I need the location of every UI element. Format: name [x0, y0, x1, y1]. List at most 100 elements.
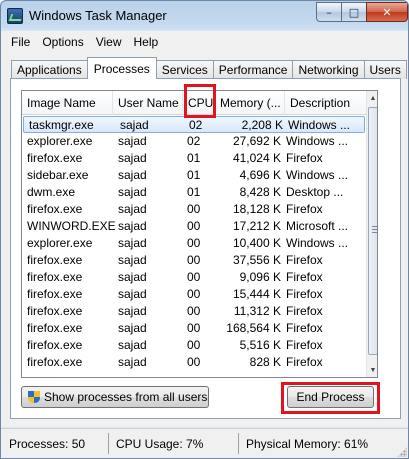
uac-shield-icon — [28, 390, 41, 404]
show-all-processes-label: Show processes from all users — [44, 390, 208, 404]
process-memory: 168,564 K — [226, 321, 281, 335]
process-row[interactable]: firefox.exe sajad 00 15,444 K Firefox — [22, 286, 366, 303]
process-cpu: 00 — [187, 270, 201, 284]
process-list[interactable]: Image Name User Name CPU Memory (... Des… — [21, 90, 378, 378]
tab-applications[interactable]: Applications — [11, 60, 88, 79]
process-row[interactable]: firefox.exe sajad 00 168,564 K Firefox — [22, 320, 366, 337]
process-image-name: firefox.exe — [27, 338, 83, 352]
maximize-button[interactable]: □ — [341, 2, 367, 22]
process-description: Firefox — [286, 321, 323, 335]
process-image-name: explorer.exe — [27, 236, 93, 250]
process-cpu: 02 — [187, 134, 201, 148]
process-cpu: 00 — [187, 287, 201, 301]
process-user-name: sajad — [118, 151, 147, 165]
tab-strip: Applications Processes Services Performa… — [11, 57, 407, 79]
process-cpu: 00 — [187, 253, 201, 267]
process-row[interactable]: firefox.exe sajad 00 5,516 K Firefox — [22, 337, 366, 354]
process-image-name: dwm.exe — [27, 185, 76, 199]
process-user-name: sajad — [118, 236, 147, 250]
tab-performance[interactable]: Performance — [212, 60, 294, 79]
menu-view[interactable]: View — [90, 35, 128, 49]
end-process-button[interactable]: End Process — [287, 386, 374, 408]
tab-processes[interactable]: Processes — [86, 57, 157, 79]
process-user-name: sajad — [118, 287, 147, 301]
process-user-name: sajad — [118, 202, 147, 216]
column-description[interactable]: Description — [285, 91, 366, 115]
process-cpu: 00 — [187, 219, 201, 233]
column-memory[interactable]: Memory (... — [215, 91, 285, 115]
status-processes: Processes: 50 — [4, 433, 109, 454]
process-memory: 10,400 K — [232, 236, 281, 250]
process-row[interactable]: explorer.exe sajad 00 10,400 K Windows ... — [22, 235, 366, 252]
tab-networking[interactable]: Networking — [292, 60, 365, 79]
process-cpu: 02 — [189, 118, 203, 132]
status-bar: Processes: 50 CPU Usage: 7% Physical Mem… — [1, 428, 408, 458]
main-panel: Applications Processes Services Performa… — [1, 52, 408, 427]
column-cpu[interactable]: CPU — [183, 91, 215, 115]
process-memory: 4,696 K — [239, 168, 281, 182]
column-user-name[interactable]: User Name — [113, 91, 183, 115]
menu-file[interactable]: File — [5, 35, 36, 49]
process-row[interactable]: explorer.exe sajad 02 27,692 K Windows ... — [22, 133, 366, 150]
process-row[interactable]: taskmgr.exe sajad 02 2,208 K Windows ... — [23, 116, 365, 133]
process-row[interactable]: firefox.exe sajad 01 41,024 K Firefox — [22, 150, 366, 167]
task-manager-window: Windows Task Manager – □ ✕ File Options … — [0, 0, 409, 459]
minimize-button[interactable]: – — [316, 2, 342, 22]
process-row[interactable]: dwm.exe sajad 01 8,428 K Desktop ... — [22, 184, 366, 201]
process-image-name: firefox.exe — [27, 202, 83, 216]
menu-options[interactable]: Options — [36, 35, 89, 49]
process-description: Firefox — [286, 304, 323, 318]
menu-bar: File Options View Help — [1, 31, 408, 52]
process-row[interactable]: firefox.exe sajad 00 828 K Firefox — [22, 354, 366, 371]
process-image-name: firefox.exe — [27, 355, 83, 369]
process-user-name: sajad — [118, 185, 147, 199]
process-image-name: explorer.exe — [27, 134, 93, 148]
process-description: Firefox — [286, 253, 323, 267]
process-cpu: 00 — [187, 338, 201, 352]
process-image-name: firefox.exe — [27, 253, 83, 267]
process-row[interactable]: firefox.exe sajad 00 9,096 K Firefox — [22, 269, 366, 286]
process-rows: taskmgr.exe sajad 02 2,208 K Windows ... expl… — [22, 116, 366, 371]
process-row[interactable]: WINWORD.EXE sajad 00 17,212 K Microsoft ... — [22, 218, 366, 235]
process-description: Windows ... — [286, 236, 349, 250]
process-memory: 2,208 K — [241, 118, 283, 132]
process-image-name: WINWORD.EXE — [27, 219, 115, 233]
vertical-scrollbar[interactable]: ▲ ▼ — [366, 91, 377, 377]
scrollbar-thumb[interactable] — [368, 107, 377, 355]
process-memory: 17,212 K — [232, 219, 281, 233]
process-memory: 27,692 K — [232, 134, 281, 148]
process-description: Firefox — [286, 151, 323, 165]
process-row[interactable]: firefox.exe sajad 00 11,312 K Firefox — [22, 303, 366, 320]
title-bar[interactable]: Windows Task Manager – □ ✕ — [1, 1, 408, 31]
process-description: Microsoft ... — [286, 219, 349, 233]
process-row[interactable]: sidebar.exe sajad 01 4,696 K Windows ... — [22, 167, 366, 184]
process-memory: 37,556 K — [232, 253, 281, 267]
process-memory: 9,096 K — [239, 270, 281, 284]
tab-services[interactable]: Services — [155, 60, 214, 79]
process-memory: 11,312 K — [233, 304, 281, 318]
process-cpu: 00 — [187, 321, 201, 335]
process-row[interactable]: firefox.exe sajad 00 18,128 K Firefox — [22, 201, 366, 218]
close-button[interactable]: ✕ — [366, 2, 408, 22]
process-description: Desktop ... — [286, 185, 344, 199]
process-image-name: firefox.exe — [27, 321, 83, 335]
column-header: Image Name User Name CPU Memory (... Des… — [22, 91, 366, 115]
process-description: Firefox — [286, 202, 323, 216]
process-memory: 41,024 K — [232, 151, 281, 165]
column-image-name[interactable]: Image Name — [22, 91, 113, 115]
scroll-down-arrow-icon[interactable]: ▼ — [367, 363, 377, 377]
process-row[interactable]: firefox.exe sajad 00 37,556 K Firefox — [22, 252, 366, 269]
task-manager-icon — [7, 8, 23, 24]
process-cpu: 00 — [187, 355, 201, 369]
scroll-up-arrow-icon[interactable]: ▲ — [367, 91, 377, 105]
process-user-name: sajad — [118, 355, 147, 369]
menu-help[interactable]: Help — [128, 35, 165, 49]
process-user-name: sajad — [118, 321, 147, 335]
show-all-processes-button[interactable]: Show processes from all users — [21, 386, 209, 408]
tab-users[interactable]: Users — [363, 60, 407, 79]
status-cpu-usage: CPU Usage: 7% — [111, 433, 239, 454]
process-image-name: taskmgr.exe — [29, 118, 94, 132]
process-memory: 5,516 K — [239, 338, 281, 352]
process-description: Windows ... — [288, 118, 351, 132]
process-image-name: sidebar.exe — [27, 168, 89, 182]
